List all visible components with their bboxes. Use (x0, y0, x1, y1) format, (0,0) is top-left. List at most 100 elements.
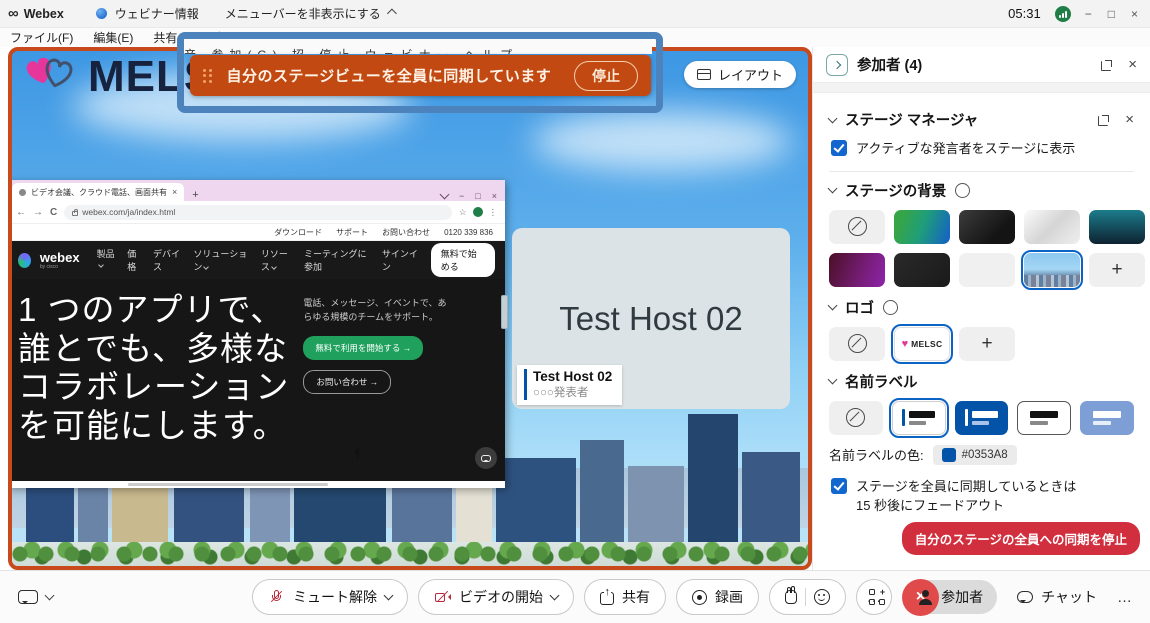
checkbox-checked-icon[interactable] (831, 140, 847, 156)
join-meeting-link[interactable]: ミーティングに参加 (304, 247, 370, 273)
info-icon[interactable] (955, 183, 970, 198)
start-free-button[interactable]: 無料で始める (431, 243, 495, 277)
background-none-option[interactable] (829, 210, 885, 244)
link-contact[interactable]: お問い合わせ (382, 227, 430, 238)
hide-menubar-button[interactable]: メニューバーを非表示にする (225, 5, 381, 22)
browser-restore-button[interactable]: □ (475, 191, 480, 201)
checkbox-checked-icon[interactable] (831, 478, 847, 494)
browser-avatar[interactable] (473, 207, 483, 217)
name-label-color-picker[interactable]: #0353A8 (933, 445, 1017, 465)
name-label-style-1-selected[interactable] (892, 401, 946, 435)
drag-handle-icon[interactable] (203, 69, 212, 83)
webex-hero-section: 1 つのアプリで、 誰とでも、多様な コラボレーション を可能にします。 電話、… (8, 279, 505, 481)
background-option-teal[interactable] (1089, 210, 1145, 244)
browser-profile-chevron-icon[interactable] (440, 190, 450, 200)
new-tab-button[interactable]: + (192, 189, 198, 201)
chevron-down-icon[interactable] (828, 113, 838, 123)
bookmark-star-icon[interactable]: ☆ (459, 207, 467, 218)
minimize-button[interactable]: − (1085, 7, 1092, 21)
browser-menu-icon[interactable]: ⋮ (489, 207, 498, 218)
restore-button[interactable]: □ (1108, 7, 1115, 21)
record-button[interactable]: 録画 (676, 579, 759, 615)
link-download[interactable]: ダウンロード (274, 227, 322, 238)
name-label-style-3[interactable] (1017, 401, 1071, 435)
nav-solutions[interactable]: ソリューション (193, 247, 249, 273)
start-video-button[interactable]: ビデオの開始 (418, 579, 574, 615)
site-chat-fab[interactable] (475, 447, 497, 469)
chevron-down-icon[interactable] (384, 591, 394, 601)
webinar-info-button[interactable]: ウェビナー情報 (115, 5, 199, 22)
background-option-city-selected[interactable] (1024, 253, 1080, 287)
popout-icon[interactable] (1098, 114, 1110, 126)
nav-resources[interactable]: リソース (261, 247, 295, 273)
background-option-purple[interactable] (829, 253, 885, 287)
popout-icon[interactable] (1101, 59, 1113, 71)
background-add-button[interactable]: + (1089, 253, 1145, 287)
chevron-down-icon[interactable] (828, 184, 838, 194)
captions-control[interactable] (18, 590, 53, 604)
melsc-heart-icon: ♥ (902, 338, 909, 350)
panel-collapse-button[interactable] (826, 54, 848, 76)
browser-scrollbar[interactable] (8, 481, 505, 488)
chevron-down-icon[interactable] (45, 591, 55, 601)
tab-close-icon[interactable]: × (172, 187, 177, 197)
background-option-green-blue[interactable] (894, 210, 950, 244)
closed-captions-icon[interactable] (18, 590, 38, 604)
apps-icon[interactable]: + (869, 589, 885, 605)
logo-none-option[interactable] (829, 327, 885, 361)
chat-button[interactable]: チャット (1017, 587, 1097, 607)
browser-close-button[interactable]: × (492, 191, 497, 201)
treeline-decoration (12, 542, 808, 566)
url-field[interactable]: webex.com/ja/index.html (64, 205, 452, 220)
nav-products[interactable]: 製品 (97, 247, 117, 273)
background-option-dark[interactable] (959, 210, 1015, 244)
background-option-black[interactable] (894, 253, 950, 287)
logo-thumbnails: ♥ MELSC + (829, 327, 1134, 361)
logo-option-melsc-selected[interactable]: ♥ MELSC (894, 327, 950, 361)
stage-divider-handle[interactable] (501, 295, 508, 329)
unmute-button[interactable]: ミュート解除 (252, 579, 408, 615)
reload-icon[interactable]: C (50, 207, 57, 218)
browser-minimize-button[interactable]: − (459, 191, 464, 201)
signin-link[interactable]: サインイン (382, 247, 419, 273)
logo-add-button[interactable]: + (959, 327, 1015, 361)
name-label-style-2[interactable] (955, 401, 1009, 435)
forward-icon[interactable]: → (33, 207, 43, 218)
nav-devices[interactable]: デバイス (153, 247, 182, 273)
browser-tab[interactable]: ビデオ会議、クラウド電話、画面共有 × (12, 183, 184, 201)
contact-us-button[interactable]: お問い合わせ → (303, 370, 391, 394)
menu-file[interactable]: ファイル(F) (10, 29, 73, 46)
link-support[interactable]: サポート (336, 227, 368, 238)
stage-manager-panel: ステージ マネージャ × アクティブな発言者をステージに表示 ステージの背景 (813, 93, 1150, 569)
close-button[interactable]: × (1131, 7, 1138, 21)
stage-area: MELSC レイアウト ビデオ会議、クラウド電話、画面共有 × + − □ × … (8, 47, 812, 570)
info-icon[interactable] (883, 300, 898, 315)
sync-stop-button[interactable]: 停止 (574, 61, 638, 91)
name-label-style-4[interactable] (1080, 401, 1134, 435)
right-panel: 参加者 (4) × ステージ マネージャ × アクティブな発言者をステージに表示… (812, 47, 1150, 570)
reactions-button[interactable] (769, 579, 846, 615)
close-panel-icon[interactable]: × (1125, 112, 1134, 127)
active-speaker-checkbox-row[interactable]: アクティブな発言者をステージに表示 (831, 139, 1134, 159)
nav-pricing[interactable]: 価格 (127, 247, 142, 273)
background-option-gray[interactable] (959, 253, 1015, 287)
divider (805, 588, 806, 606)
share-button[interactable]: 共有 (584, 579, 666, 615)
back-icon[interactable]: ← (16, 207, 26, 218)
chevron-down-icon[interactable] (828, 375, 838, 385)
menu-edit[interactable]: 編集(E) (93, 29, 133, 46)
fadeout-checkbox-row[interactable]: ステージを全員に同期しているときは 15 秒後にフェードアウト (831, 477, 1134, 516)
more-panels-button[interactable]: … (1117, 589, 1132, 606)
chevron-down-icon[interactable] (550, 591, 560, 601)
emoji-reaction-icon[interactable] (814, 589, 830, 605)
close-panel-icon[interactable]: × (1128, 57, 1137, 72)
background-option-light[interactable] (1024, 210, 1080, 244)
layout-button[interactable]: レイアウト (684, 61, 796, 88)
raise-hand-icon[interactable] (785, 590, 797, 604)
color-swatch (942, 448, 956, 462)
stop-sync-button[interactable]: 自分のステージの全員への同期を停止 (902, 522, 1140, 555)
chevron-down-icon[interactable] (828, 301, 838, 311)
layout-icon (697, 69, 711, 80)
name-label-none-option[interactable] (829, 401, 883, 435)
start-free-trial-button[interactable]: 無料で利用を開始する → (303, 336, 423, 360)
